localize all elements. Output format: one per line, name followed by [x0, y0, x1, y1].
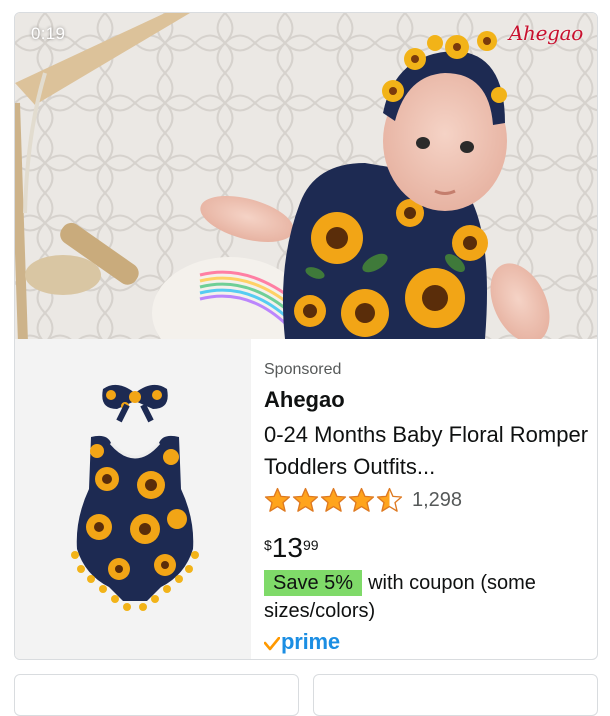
- product-title[interactable]: 0-24 Months Baby Floral Romper Toddlers …: [264, 419, 589, 483]
- video-frame: [15, 13, 597, 339]
- next-product-card-right[interactable]: [313, 674, 598, 716]
- price-currency: $: [264, 537, 272, 553]
- star-icon: [376, 487, 403, 512]
- romper-image: [71, 384, 199, 611]
- prime-check-icon: [264, 637, 280, 651]
- coupon-offer[interactable]: Save 5% with coupon (some sizes/colors): [264, 569, 594, 625]
- price: $ 13 99: [264, 533, 319, 563]
- video-timestamp: 0:19: [31, 24, 66, 43]
- star-icon: [264, 487, 291, 512]
- price-whole: 13: [271, 532, 303, 563]
- star-icon: [348, 487, 375, 512]
- rating-count[interactable]: 1,298: [412, 489, 462, 512]
- sponsored-product-card[interactable]: 0:19 Ahegao Sponsored Ahegao 0-24 Months…: [14, 12, 598, 660]
- brand-logo: Ahegao: [508, 21, 583, 45]
- coupon-badge[interactable]: Save 5%: [264, 570, 363, 596]
- brand-name[interactable]: Ahegao: [264, 387, 345, 413]
- star-icon: [292, 487, 319, 512]
- star-icon: [320, 487, 347, 512]
- next-product-card-left[interactable]: [14, 674, 299, 716]
- price-fraction: 99: [302, 537, 319, 553]
- star-rating[interactable]: [264, 487, 404, 513]
- sponsored-label: Sponsored: [264, 361, 342, 378]
- product-thumbnail[interactable]: [15, 339, 251, 659]
- prime-label: prime: [281, 629, 340, 654]
- rating[interactable]: 1,298: [264, 487, 462, 513]
- product-video[interactable]: 0:19 Ahegao: [15, 13, 597, 339]
- prime-badge: prime: [264, 629, 340, 655]
